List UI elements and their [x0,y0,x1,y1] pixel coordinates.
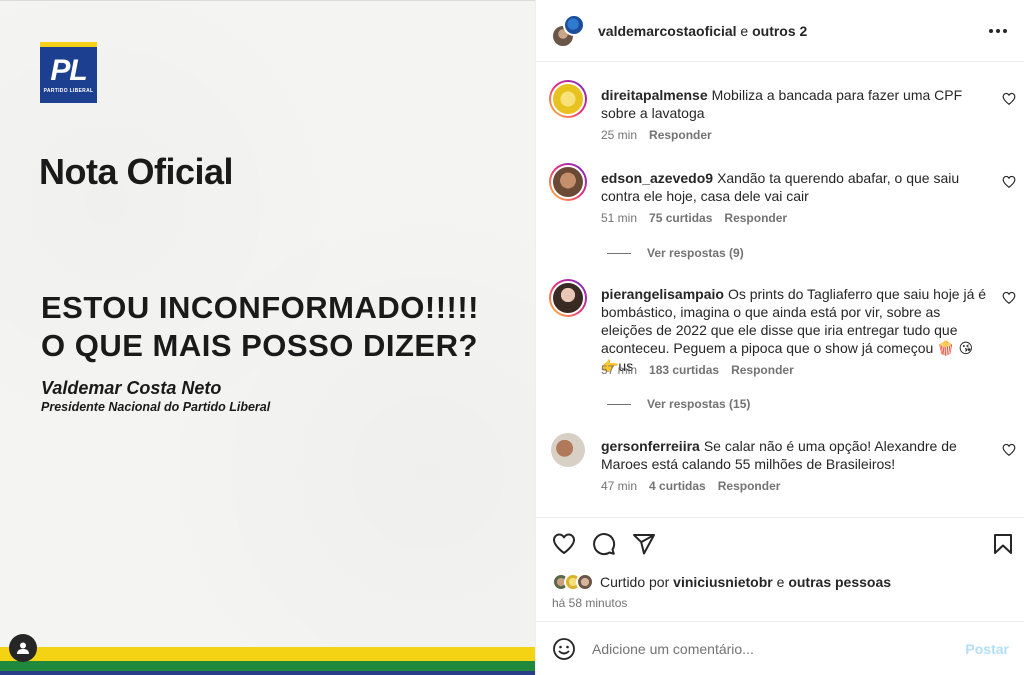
signature-role: Presidente Nacional do Partido Liberal [41,400,271,414]
flag-stripe-yellow [0,647,535,661]
comment-like-icon[interactable] [1002,291,1016,305]
view-replies-label: Ver respostas (9) [647,246,744,260]
post-timestamp[interactable]: há 58 minutos [552,596,627,610]
liker-avatars[interactable] [552,573,594,591]
post-headline: Nota Oficial [39,151,234,192]
author-connector: e [740,22,749,39]
liked-by-user[interactable]: viniciusnietobr [673,574,773,590]
post-actions: Curtido por viniciusnietobr e outras pes… [536,517,1024,621]
liked-by-prefix: Curtido por [600,574,670,590]
coauthor-avatar[interactable] [563,13,585,36]
heart-icon[interactable] [552,532,576,556]
post-quote: ESTOU INCONFORMADO!!!!! O QUE MAIS POSSO… [41,289,521,365]
comment-username[interactable]: direitapalmense [601,87,708,103]
view-replies-button[interactable]: Ver respostas (15) [607,397,750,411]
reply-button[interactable]: Responder [649,128,712,142]
comment-username[interactable]: pierangelisampaio [601,286,724,302]
comments-list[interactable]: direitapalmense Mobiliza a bancada para f… [536,62,1024,517]
post-sidebar: valdemarcostaoficial e outros 2 direitap… [535,0,1024,675]
comment-like-icon[interactable] [1002,443,1016,457]
liked-by: Curtido por viniciusnietobr e outras pes… [552,573,891,591]
comment-text: direitapalmense Mobiliza a bancada para f… [601,86,993,122]
liked-by-connector: e [776,574,785,590]
party-logo-subtext: PARTIDO LIBERAL [43,88,94,94]
comment-text: edson_azevedo9 Xandão ta querendo abafar,… [601,169,993,205]
commenter-avatar[interactable] [549,163,587,201]
view-replies-button[interactable]: Ver respostas (9) [607,246,744,260]
author-avatars[interactable] [551,13,585,48]
bookmark-icon[interactable] [991,532,1015,556]
comment-like-icon[interactable] [1002,175,1016,189]
more-horizontal-icon [989,28,1007,33]
comment-bubble-icon[interactable] [592,532,616,556]
reply-button[interactable]: Responder [724,211,787,225]
liked-by-others[interactable]: outras pessoas [788,574,891,590]
comment-text: gersonferreiira Se calar não é uma opção!… [601,437,993,473]
comment-time[interactable]: 57 min [601,363,637,377]
comment-likes[interactable]: 75 curtidas [649,211,712,225]
comment-username[interactable]: gersonferreiira [601,438,700,454]
author-username[interactable]: valdemarcostaoficial [598,23,737,39]
comment-input[interactable] [592,640,956,657]
view-replies-label: Ver respostas (15) [647,397,751,411]
comment-time[interactable]: 25 min [601,128,637,142]
comment-time[interactable]: 47 min [601,479,637,493]
comment-meta: 25 min Responder [601,128,712,142]
signature-name: Valdemar Costa Neto [41,378,222,398]
reply-button[interactable]: Responder [718,479,781,493]
commenter-avatar[interactable] [549,279,587,317]
comment-likes[interactable]: 4 curtidas [649,479,706,493]
user-tag-icon [17,642,29,654]
commenter-avatar[interactable] [551,433,585,467]
action-icons [552,532,656,556]
comment-meta: 57 min 183 curtidas Responder [601,363,794,377]
party-logo-mark: PL [50,54,87,87]
reply-button[interactable]: Responder [731,363,794,377]
more-options-button[interactable] [986,19,1010,43]
comment-meta: 47 min 4 curtidas Responder [601,479,780,493]
commenter-avatar[interactable] [549,80,587,118]
post-authors: valdemarcostaoficial e outros 2 [598,23,986,39]
comment-like-icon[interactable] [1002,92,1016,106]
post-comment-button[interactable]: Postar [965,641,1009,657]
post-header: valdemarcostaoficial e outros 2 [536,0,1024,62]
comment-text: pierangelisampaio Os prints do Tagliaferr… [601,285,993,375]
post-quote-line-2: O QUE MAIS POSSO DIZER? [41,328,478,363]
comment-username[interactable]: edson_azevedo9 [601,170,713,186]
comment-time[interactable]: 51 min [601,211,637,225]
post-quote-line-1: ESTOU INCONFORMADO!!!!! [41,290,479,325]
flag-stripe-blue [0,671,535,675]
comment-likes[interactable]: 183 curtidas [649,363,719,377]
paper-plane-icon[interactable] [632,532,656,556]
comment-meta: 51 min 75 curtidas Responder [601,211,787,225]
emoji-smile-icon[interactable] [552,637,576,661]
add-comment-bar: Postar [536,621,1024,675]
author-others[interactable]: outros 2 [752,23,807,39]
post-image[interactable]: PL PARTIDO LIBERAL Nota Oficial ESTOU IN… [0,0,535,675]
party-logo: PL PARTIDO LIBERAL [40,42,97,103]
tagged-users-button[interactable] [9,634,37,662]
